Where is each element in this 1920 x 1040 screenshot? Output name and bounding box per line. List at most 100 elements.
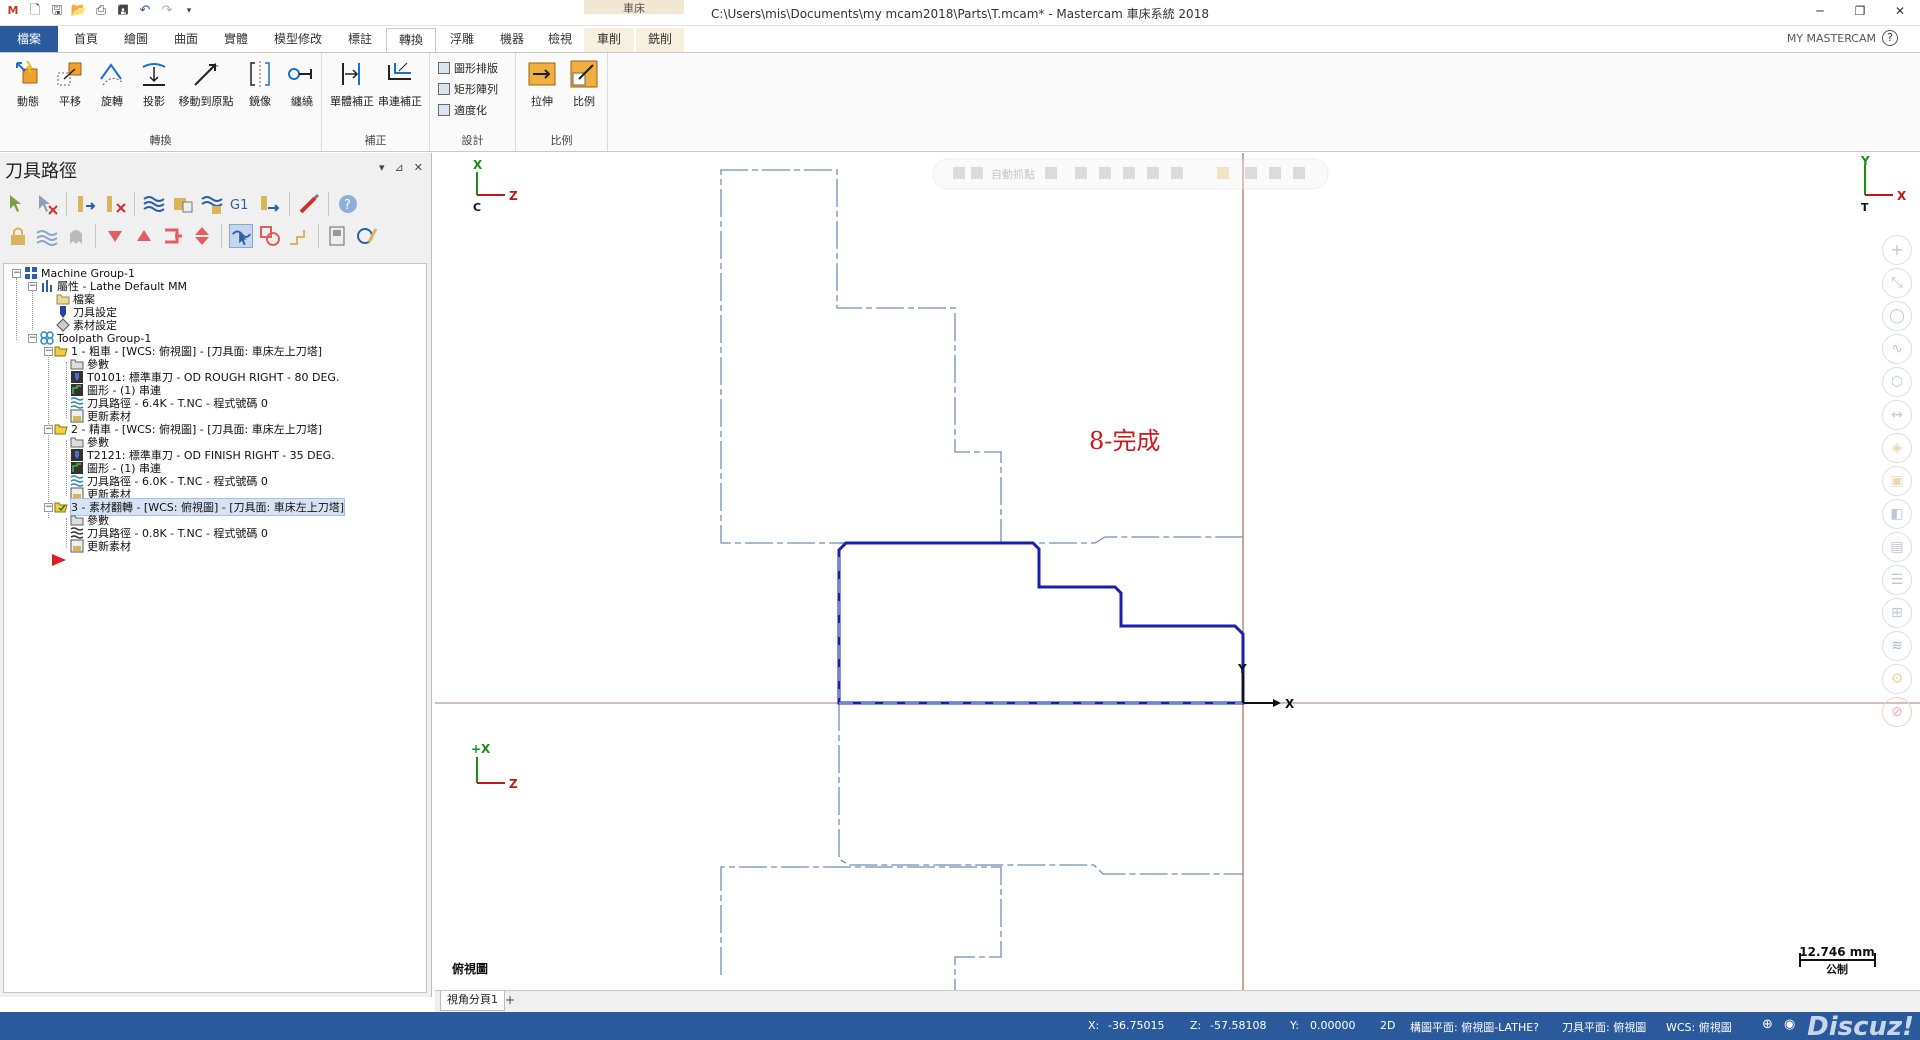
g1-icon[interactable]: G1 — [229, 192, 253, 216]
minimize-button[interactable]: ─ — [1800, 0, 1840, 24]
customize-icon[interactable]: ▾ — [180, 2, 198, 20]
measure-icon[interactable]: ◈ — [1882, 433, 1912, 463]
toolpath-settings-icon[interactable] — [355, 224, 379, 248]
add-view-tab-button[interactable]: + — [505, 993, 515, 1007]
help-icon[interactable]: ? — [336, 192, 360, 216]
expand-machine-group[interactable]: − — [12, 269, 21, 278]
shapes-icon[interactable] — [258, 224, 282, 248]
move-to-origin-button[interactable]: + 移動到原點 — [179, 59, 234, 109]
help-button[interactable]: ? — [1882, 30, 1898, 46]
backplot-icon[interactable] — [142, 192, 166, 216]
tab-annotate[interactable]: 標註 — [336, 28, 384, 52]
status-mode[interactable]: 2D — [1380, 1019, 1395, 1032]
curve-icon[interactable]: ∿ — [1882, 334, 1912, 364]
circle-icon[interactable]: ◯ — [1882, 301, 1912, 331]
print-icon[interactable]: ⎙ — [92, 2, 110, 20]
expand-toolpath-group[interactable]: − — [28, 334, 37, 343]
tab-surface[interactable]: 曲面 — [162, 28, 210, 52]
float-polygon-icon[interactable] — [1147, 167, 1159, 179]
expand-properties[interactable]: − — [28, 282, 37, 291]
view-tab[interactable]: 視角分頁1 — [440, 991, 505, 1011]
new-icon[interactable]: 🗋 — [26, 2, 44, 20]
viewport-canvas[interactable]: X Y 8-完成 X Z C Y X T +X Z 俯視圖 12.746 mm … — [435, 153, 1920, 990]
graphics-viewport[interactable]: X Y 8-完成 X Z C Y X T +X Z 俯視圖 12.746 mm … — [435, 153, 1920, 990]
regenerate-selected-icon[interactable] — [74, 192, 98, 216]
offset-chain-button[interactable]: 串連補正 — [378, 59, 422, 109]
stop-icon[interactable]: ⊘ — [1882, 697, 1912, 727]
lock-icon[interactable] — [6, 224, 30, 248]
fit-icon[interactable]: ⤡ — [1882, 268, 1912, 298]
tab-transform[interactable]: 轉換 — [386, 28, 436, 52]
save-as-icon[interactable]: 🖪 — [114, 2, 132, 20]
rect-array-button[interactable]: 矩形陣列 — [438, 80, 498, 98]
status-wcs[interactable]: WCS: 俯視圖 — [1666, 1019, 1732, 1035]
float-grid-icon[interactable] — [1217, 167, 1229, 179]
panel-menu-button[interactable]: ▾ — [379, 161, 385, 174]
open-icon[interactable]: 📂 — [70, 2, 88, 20]
floating-selection-toolbar[interactable]: 自動抓點 — [932, 158, 1329, 190]
expand-op2[interactable]: − — [44, 425, 53, 434]
save-icon[interactable]: 🖫 — [48, 2, 66, 20]
status-construct-plane[interactable]: 構圖平面: 俯視圖-LATHE? — [1410, 1019, 1539, 1035]
select-invalid-icon[interactable] — [35, 192, 59, 216]
grid-icon[interactable]: ⊞ — [1882, 598, 1912, 628]
status-tool-plane[interactable]: 刀具平面: 俯視圖 — [1562, 1019, 1646, 1035]
float-vector-icon[interactable] — [1171, 167, 1183, 179]
restore-button[interactable]: ❐ — [1840, 0, 1880, 24]
panel-pin-button[interactable]: ⊿ — [395, 161, 404, 174]
insert-after-icon[interactable] — [161, 224, 185, 248]
zoom-in-icon[interactable]: + — [1882, 235, 1912, 265]
nesting-button[interactable]: 圖形排版 — [438, 59, 498, 77]
expand-op3[interactable]: − — [44, 503, 53, 512]
scale-button[interactable]: 比例 — [564, 59, 604, 109]
layers-icon[interactable]: ≋ — [1882, 631, 1912, 661]
cube-icon[interactable]: ⬡ — [1882, 367, 1912, 397]
move-down-icon[interactable] — [103, 224, 127, 248]
shade-icon[interactable]: ◧ — [1882, 499, 1912, 529]
tab-turning[interactable]: 車削 — [584, 28, 634, 52]
undo-icon[interactable]: ↶ — [136, 2, 154, 20]
tab-milling[interactable]: 銑削 — [636, 28, 684, 52]
view-cube-icon[interactable]: ◉ — [1784, 1017, 1795, 1032]
dimension-icon[interactable]: ↔ — [1882, 400, 1912, 430]
verify-icon[interactable] — [171, 192, 195, 216]
toggle-display-icon[interactable] — [35, 224, 59, 248]
float-undo-icon[interactable] — [1293, 167, 1305, 179]
move-up-icon[interactable] — [132, 224, 156, 248]
globe-icon[interactable]: ⊕ — [1762, 1017, 1773, 1032]
settings-icon[interactable]: ⚙ — [1882, 664, 1912, 694]
float-autocursor-icon[interactable] — [971, 167, 983, 179]
tab-machine[interactable]: 機器 — [488, 28, 536, 52]
tool-manager-icon[interactable] — [297, 192, 321, 216]
tab-sketch[interactable]: 繪圖 — [112, 28, 160, 52]
tab-solid[interactable]: 實體 — [212, 28, 260, 52]
float-point-icon[interactable] — [1045, 167, 1057, 179]
float-lock-icon[interactable] — [953, 167, 965, 179]
float-refresh-icon[interactable] — [1269, 167, 1281, 179]
float-chain-icon[interactable] — [1099, 167, 1111, 179]
tab-file[interactable]: 檔案 — [0, 26, 58, 52]
scroll-to-icon[interactable] — [229, 224, 253, 248]
tab-model-prep[interactable]: 模型修改 — [264, 28, 332, 52]
solid-icon[interactable]: ▣ — [1882, 466, 1912, 496]
fit-button[interactable]: 適度化 — [438, 101, 487, 119]
float-window-icon[interactable] — [1123, 167, 1135, 179]
machine-icon[interactable] — [326, 224, 350, 248]
insert-arrow-icon[interactable] — [190, 224, 214, 248]
redo-icon[interactable]: ↷ — [158, 2, 176, 20]
float-select-icon[interactable] — [1075, 167, 1087, 179]
level-icon[interactable]: ▤ — [1882, 532, 1912, 562]
list-icon[interactable]: ☰ — [1882, 565, 1912, 595]
regenerate-dirty-icon[interactable] — [103, 192, 127, 216]
close-button[interactable]: ✕ — [1880, 0, 1920, 24]
my-mastercam-link[interactable]: MY MASTERCAM — [1787, 32, 1876, 45]
wrap-button[interactable]: 纏繞 — [282, 59, 322, 109]
offset-entity-button[interactable]: 單體補正 — [330, 59, 374, 109]
mastercam-logo-icon[interactable]: M — [4, 2, 22, 20]
panel-close-button[interactable]: ✕ — [414, 161, 423, 174]
tree-op3-stock[interactable]: 更新素材 — [70, 538, 131, 554]
tab-view[interactable]: 檢視 — [538, 28, 582, 52]
post-process-icon[interactable] — [258, 192, 282, 216]
insert-arrow-marker-icon[interactable] — [50, 552, 68, 568]
step-icon[interactable] — [287, 224, 311, 248]
